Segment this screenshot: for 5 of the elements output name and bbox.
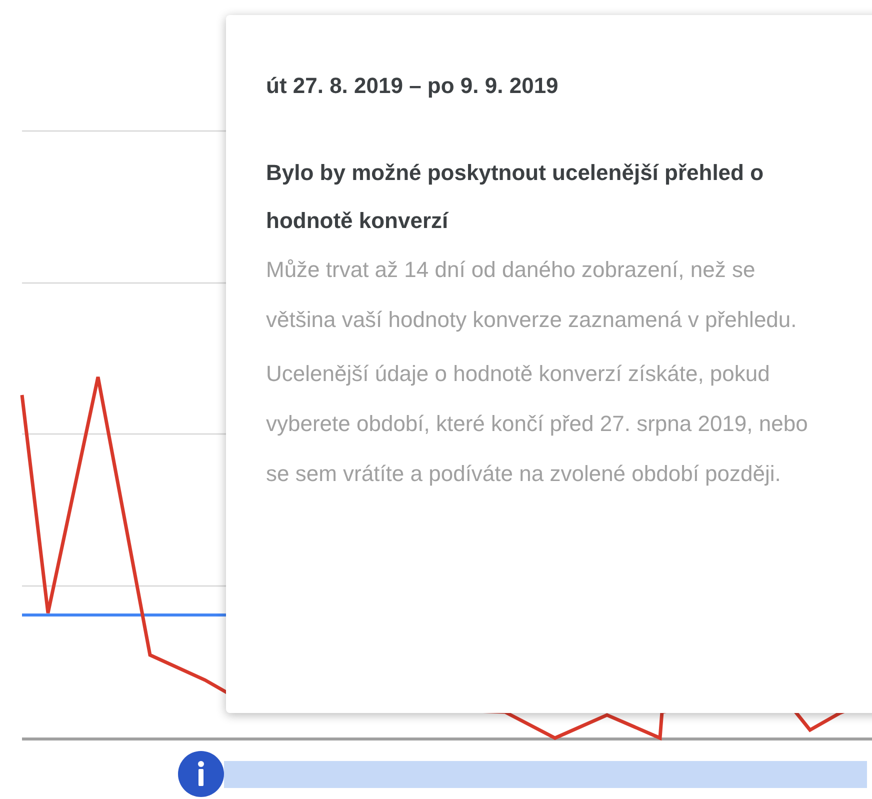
date-range: út 27. 8. 2019 – po 9. 9. 2019 <box>266 73 560 99</box>
tooltip-paragraph: Může trvat až 14 dní od daného zobrazení, než se většina vaší hodnoty konverze zaznamená v přehledu. <box>266 256 798 334</box>
tooltip-heading: Bylo by možné poskytnout ucelenější přehled o hodnotě konverzí <box>266 159 765 235</box>
info-icon[interactable] <box>178 751 224 797</box>
tooltip-paragraph: Ucelenější údaje o hodnotě konverzí získáte, pokud vyberete období, které končí před 27. srpna 2019, nebo se sem vrátíte a podíváte na zvolené období později. <box>266 360 809 488</box>
